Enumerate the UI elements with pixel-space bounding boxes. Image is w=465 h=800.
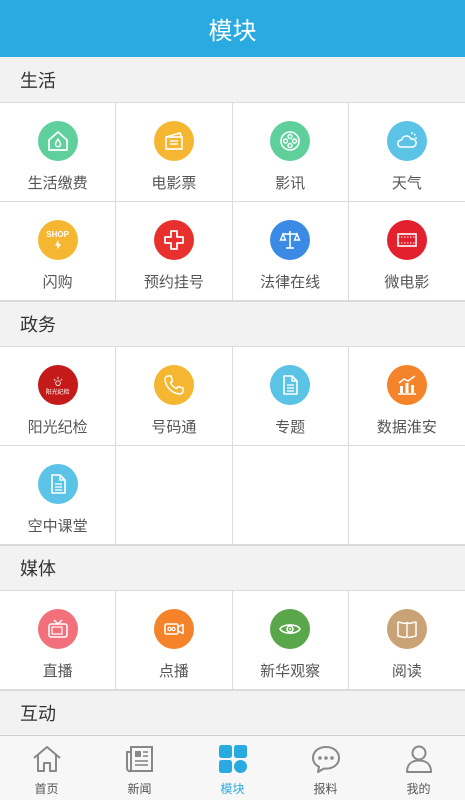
module-movie-news[interactable]: 影讯 — [232, 103, 349, 202]
tab-label: 报料 — [313, 782, 338, 796]
module-xinhua-observe[interactable]: 新华观察 — [232, 591, 349, 690]
video-camera-icon — [153, 609, 194, 649]
empty-cell — [232, 446, 349, 545]
tab-label: 模块 — [220, 782, 245, 796]
module-movie-ticket[interactable]: 电影票 — [116, 103, 233, 202]
module-label: 专题 — [275, 418, 306, 436]
bottom-tab-bar: 首页 新闻 模块 报料 我的 — [0, 735, 465, 800]
sunshine-logo-icon: 阳光纪检 — [37, 365, 78, 405]
phone-icon — [153, 365, 194, 405]
module-label: 电影票 — [151, 174, 197, 192]
module-reading[interactable]: 阅读 — [348, 591, 465, 690]
tab-label: 我的 — [406, 782, 431, 796]
module-label: 直播 — [42, 662, 73, 680]
tab-report[interactable]: 报料 — [279, 736, 372, 800]
module-label: 影讯 — [275, 174, 306, 192]
module-label: 闪购 — [42, 273, 73, 291]
shop-badge-text: SHOP — [46, 229, 69, 239]
section-title-interact: 互动 — [0, 690, 465, 735]
grid-life: 生活缴费 电影票 影讯 天气 SHOP 闪购 预约挂号 法律在线 微电影 — [0, 102, 465, 301]
module-life-payment[interactable]: 生活缴费 — [0, 103, 117, 202]
module-micro-film[interactable]: 微电影 — [348, 202, 465, 301]
tab-news[interactable]: 新闻 — [93, 736, 186, 800]
book-icon — [386, 609, 427, 649]
module-air-classroom[interactable]: 空中课堂 — [0, 446, 117, 545]
module-label: 法律在线 — [260, 273, 321, 291]
module-label: 空中课堂 — [27, 517, 88, 535]
empty-cell — [348, 446, 465, 545]
section-title-media: 媒体 — [0, 545, 465, 590]
grid-gov: 阳光纪检 阳光纪检 号码通 专题 数据淮安 空中课堂 — [0, 346, 465, 545]
sunshine-logo-text: 阳光纪检 — [45, 388, 70, 396]
module-data-huaian[interactable]: 数据淮安 — [348, 347, 465, 446]
shop-icon: SHOP — [37, 220, 78, 260]
document-icon — [270, 365, 311, 405]
tab-home[interactable]: 首页 — [0, 736, 93, 800]
module-label: 阅读 — [391, 662, 422, 680]
module-label: 天气 — [391, 174, 422, 192]
section-title-gov: 政务 — [0, 301, 465, 346]
home-drop-icon — [37, 121, 78, 161]
grid-icon — [218, 745, 247, 773]
film-reel-icon — [270, 121, 311, 161]
module-label: 预约挂号 — [143, 273, 204, 291]
module-live[interactable]: 直播 — [0, 591, 117, 690]
module-sunshine-inspection[interactable]: 阳光纪检 阳光纪检 — [0, 347, 117, 446]
grid-media: 直播 点播 新华观察 阅读 — [0, 590, 465, 690]
tab-modules[interactable]: 模块 — [186, 736, 279, 800]
module-label: 号码通 — [151, 418, 197, 436]
document-icon — [37, 464, 78, 504]
scales-icon — [270, 220, 311, 260]
module-number-service[interactable]: 号码通 — [116, 347, 233, 446]
home-icon — [32, 746, 61, 772]
module-label: 点播 — [158, 662, 189, 680]
empty-cell — [116, 446, 233, 545]
module-law-online[interactable]: 法律在线 — [232, 202, 349, 301]
cloud-sun-icon — [386, 121, 427, 161]
page-title: 模块 — [208, 17, 257, 45]
eye-icon — [270, 609, 311, 649]
user-icon — [405, 745, 432, 773]
module-label: 微电影 — [384, 273, 430, 291]
module-weather[interactable]: 天气 — [348, 103, 465, 202]
tv-icon — [37, 609, 78, 649]
modules-content[interactable]: 生活 生活缴费 电影票 影讯 天气 SHOP 闪购 预约挂号 法律在线 微电影 … — [0, 57, 465, 735]
module-on-demand[interactable]: 点播 — [116, 591, 233, 690]
tab-mine[interactable]: 我的 — [372, 736, 465, 800]
module-label: 数据淮安 — [376, 418, 437, 436]
tab-label: 新闻 — [127, 782, 152, 796]
section-title-life: 生活 — [0, 57, 465, 102]
tab-label: 首页 — [34, 782, 59, 796]
header-bar: 模块 — [0, 0, 465, 57]
module-flash-sale[interactable]: SHOP 闪购 — [0, 202, 117, 301]
medical-cross-icon — [153, 220, 194, 260]
chat-bubble-icon — [311, 746, 340, 773]
module-label: 阳光纪检 — [27, 418, 88, 436]
bar-chart-icon — [386, 365, 427, 405]
module-label: 生活缴费 — [27, 174, 88, 192]
module-appointment[interactable]: 预约挂号 — [116, 202, 233, 301]
ticket-icon — [153, 121, 194, 161]
newspaper-icon — [125, 746, 153, 773]
module-label: 新华观察 — [260, 662, 321, 680]
module-topic[interactable]: 专题 — [232, 347, 349, 446]
film-strip-icon — [386, 220, 427, 260]
